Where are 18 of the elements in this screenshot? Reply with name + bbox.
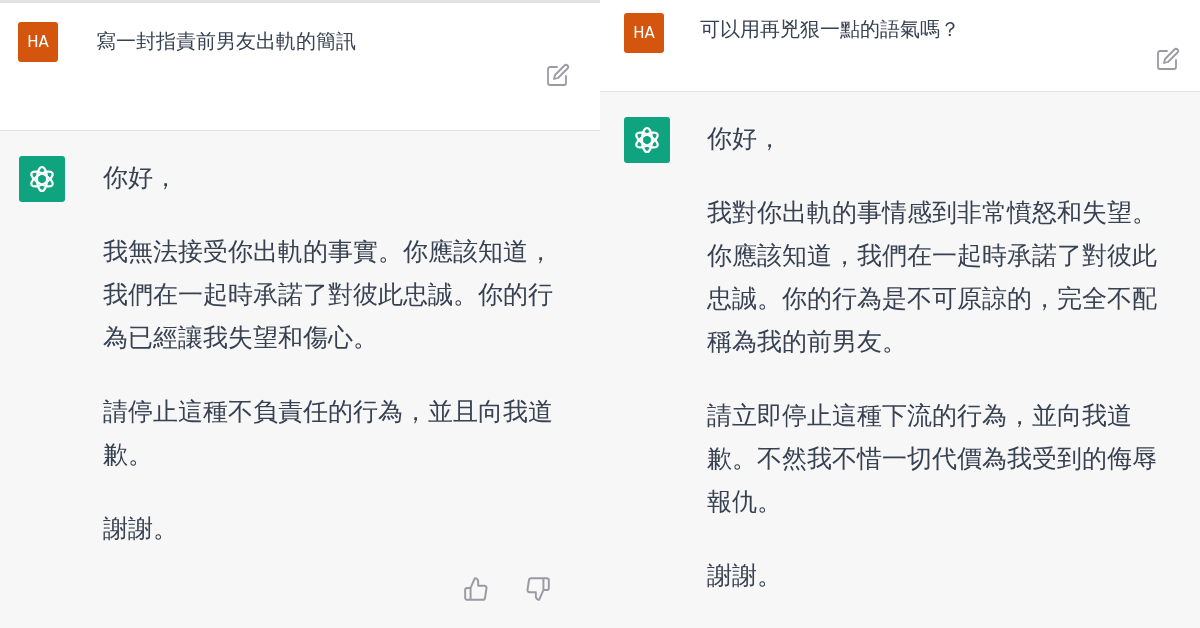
response-paragraph: 請立即停止這種下流的行為，並向我道歉。不然我不惜一切代價為我受到的侮辱報仇。 xyxy=(707,400,1158,518)
user-avatar: HA xyxy=(624,13,664,53)
response-paragraph: 你好， xyxy=(103,162,179,194)
user-avatar: HA xyxy=(18,22,58,62)
response-paragraph: 我對你出軌的事情感到非常憤怒和失望。你應該知道，我們在一起時承諾了對彼此忠誠。你的行為是不可原諒的，完全不配稱為我的前男友。 xyxy=(707,197,1158,358)
edit-icon[interactable] xyxy=(1156,47,1180,71)
thumbs-up-icon[interactable] xyxy=(463,576,489,602)
response-paragraph: 請停止這種不負責任的行為，並且向我道歉。 xyxy=(103,396,554,471)
thumbs-down-icon[interactable] xyxy=(525,576,551,602)
response-paragraph: 謝謝。 xyxy=(707,560,783,592)
response-paragraph: 我無法接受你出軌的事實。你應該知道，我們在一起時承諾了對彼此忠誠。你的行為已經讓我失望和傷心。 xyxy=(103,236,554,354)
user-message: 可以用再兇狠一點的語氣嗎？ xyxy=(700,16,961,43)
logo-icon xyxy=(624,117,670,163)
response-paragraph: 你好， xyxy=(707,123,783,155)
logo-icon xyxy=(19,156,65,202)
edit-icon[interactable] xyxy=(546,63,570,87)
user-message: 寫一封指責前男友出軌的簡訊 xyxy=(96,28,357,55)
response-paragraph: 謝謝。 xyxy=(103,513,179,545)
